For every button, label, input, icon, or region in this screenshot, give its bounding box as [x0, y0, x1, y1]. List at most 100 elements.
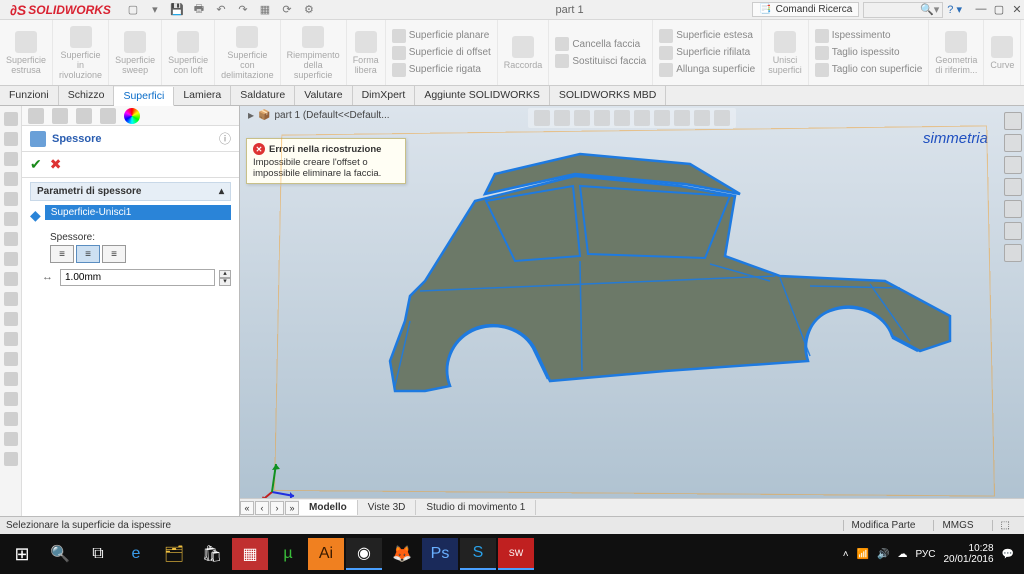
redo-icon[interactable]: ↷: [235, 2, 251, 18]
cmd-sweep-surface[interactable]: Superficie sweep: [109, 20, 162, 85]
section-header[interactable]: Parametri di spessore▴: [30, 182, 231, 201]
cmd-surface-cut[interactable]: Taglio con superficie: [815, 62, 923, 78]
cmd-extrude-surface[interactable]: Superficie estrusa: [0, 20, 53, 85]
tool-icon[interactable]: [4, 232, 18, 246]
cmd-loft-surface[interactable]: Superficie con loft: [162, 20, 215, 85]
explorer-icon[interactable]: 🗂: [156, 538, 192, 570]
cmd-trim-surface[interactable]: Superficie rifilata: [659, 45, 750, 61]
tool-icon[interactable]: [4, 132, 18, 146]
restore-button[interactable]: ▢: [992, 3, 1006, 16]
tool-icon[interactable]: [4, 292, 18, 306]
save-icon[interactable]: 💾: [169, 2, 185, 18]
section-view-icon[interactable]: [594, 110, 610, 126]
tool-icon[interactable]: [4, 372, 18, 386]
cmd-revolve-surface[interactable]: Superficie in rivoluzione: [53, 20, 109, 85]
cmd-thicken-cut[interactable]: Taglio ispessito: [815, 45, 900, 61]
help-icon[interactable]: ? ▾: [947, 3, 962, 16]
tray-volume-icon[interactable]: 🔊: [877, 549, 889, 560]
firefox-icon[interactable]: 🦊: [384, 538, 420, 570]
3d-viewport[interactable]: — ▢ ✕ ▸ 📦 part 1 (Default<<Default...: [240, 106, 1024, 516]
bottom-tab-studio-di-movimento-1[interactable]: Studio di movimento 1: [416, 500, 536, 515]
feature-tree-icon[interactable]: [28, 108, 44, 124]
cmd-fill-surface[interactable]: Riempimento della superficie: [281, 20, 347, 85]
display-style-icon[interactable]: [634, 110, 650, 126]
tool-icon[interactable]: [4, 152, 18, 166]
select-icon[interactable]: ▦: [257, 2, 273, 18]
view-orient-icon[interactable]: [614, 110, 630, 126]
sw-resources-icon[interactable]: [1004, 112, 1022, 130]
status-units[interactable]: MMGS: [933, 520, 981, 531]
tray-lang[interactable]: РУС: [915, 549, 935, 560]
tab-last[interactable]: »: [285, 501, 299, 515]
appearances-icon[interactable]: [1004, 200, 1022, 218]
tab-schizzo[interactable]: Schizzo: [59, 86, 115, 105]
photoshop-icon[interactable]: Ps: [422, 538, 458, 570]
tray-chevron-icon[interactable]: ˄: [843, 549, 849, 560]
tool-icon[interactable]: [4, 272, 18, 286]
tool-icon[interactable]: [4, 312, 18, 326]
file-explorer-icon[interactable]: [1004, 156, 1022, 174]
system-tray[interactable]: ˄ 📶 🔊 ☁ РУС 10:2820/01/2016 💬: [843, 543, 1020, 565]
direction-side2-button[interactable]: ≡: [102, 245, 126, 263]
tab-first[interactable]: «: [240, 501, 254, 515]
zoom-area-icon[interactable]: [554, 110, 570, 126]
cmd-replace-face[interactable]: Sostituisci faccia: [555, 53, 646, 69]
close-button[interactable]: ✕: [1010, 3, 1024, 16]
print-icon[interactable]: 🖶: [191, 2, 207, 18]
spin-down[interactable]: ▾: [219, 278, 231, 286]
tab-dimxpert[interactable]: DimXpert: [353, 86, 416, 105]
tray-notifications-icon[interactable]: 💬: [1002, 549, 1014, 560]
cancel-button[interactable]: ✖: [50, 156, 62, 173]
hide-show-icon[interactable]: [654, 110, 670, 126]
tool-icon[interactable]: [4, 432, 18, 446]
direction-side1-button[interactable]: ≡: [50, 245, 74, 263]
rebuild-icon[interactable]: ⟳: [279, 2, 295, 18]
command-search-button[interactable]: 📑 Comandi Ricerca: [752, 2, 859, 17]
prev-view-icon[interactable]: [574, 110, 590, 126]
custom-props-icon[interactable]: [1004, 222, 1022, 240]
tool-icon[interactable]: [4, 452, 18, 466]
new-icon[interactable]: ▢: [125, 2, 141, 18]
tool-icon[interactable]: [4, 392, 18, 406]
selected-surface[interactable]: Superficie-Unisci1: [45, 205, 231, 220]
tool-icon[interactable]: [4, 172, 18, 186]
cmd-untrim-surface[interactable]: Allunga superficie: [659, 62, 755, 78]
forum-icon[interactable]: [1004, 244, 1022, 262]
app-icon[interactable]: ▦: [232, 538, 268, 570]
tool-icon[interactable]: [4, 192, 18, 206]
edge-icon[interactable]: e: [118, 538, 154, 570]
task-view-icon[interactable]: ⧉: [80, 538, 116, 570]
options-icon[interactable]: ⚙: [301, 2, 317, 18]
tab-lamiera[interactable]: Lamiera: [174, 86, 231, 105]
cmd-delete-face[interactable]: Cancella faccia: [555, 36, 640, 52]
design-library-icon[interactable]: [1004, 134, 1022, 152]
back-arrow-icon[interactable]: ▸: [248, 108, 254, 122]
tool-icon[interactable]: [4, 112, 18, 126]
cmd-freeform[interactable]: Forma libera: [347, 20, 386, 85]
tab-superfici[interactable]: Superfici: [114, 87, 174, 106]
chrome-icon[interactable]: ◉: [346, 538, 382, 570]
minimize-button[interactable]: —: [974, 3, 988, 16]
open-icon[interactable]: ▾: [147, 2, 163, 18]
cmd-fillet[interactable]: Raccorda: [498, 20, 550, 85]
tray-clock[interactable]: 10:2820/01/2016: [943, 543, 993, 565]
tab-funzioni[interactable]: Funzioni: [0, 86, 59, 105]
bottom-tab-viste-3d[interactable]: Viste 3D: [358, 500, 417, 515]
utorrent-icon[interactable]: µ: [270, 538, 306, 570]
dimxpert-icon[interactable]: [100, 108, 116, 124]
tab-prev[interactable]: ‹: [255, 501, 269, 515]
direction-both-button[interactable]: ≡: [76, 245, 100, 263]
search-taskbar-icon[interactable]: 🔍: [42, 538, 78, 570]
tab-saldature[interactable]: Saldature: [231, 86, 295, 105]
tool-icon[interactable]: [4, 352, 18, 366]
solidworks-taskbar-icon[interactable]: SW: [498, 538, 534, 570]
illustrator-icon[interactable]: Ai: [308, 538, 344, 570]
start-button[interactable]: ⊞: [4, 538, 40, 570]
store-icon[interactable]: 🛍: [194, 538, 230, 570]
tray-network-icon[interactable]: 📶: [857, 549, 869, 560]
cmd-ref-geometry[interactable]: Geometria di riferim...: [929, 20, 984, 85]
view-palette-icon[interactable]: [1004, 178, 1022, 196]
tool-icon[interactable]: [4, 412, 18, 426]
cmd-extend-surface[interactable]: Superficie estesa: [659, 28, 753, 44]
bottom-tab-modello[interactable]: Modello: [299, 500, 358, 515]
